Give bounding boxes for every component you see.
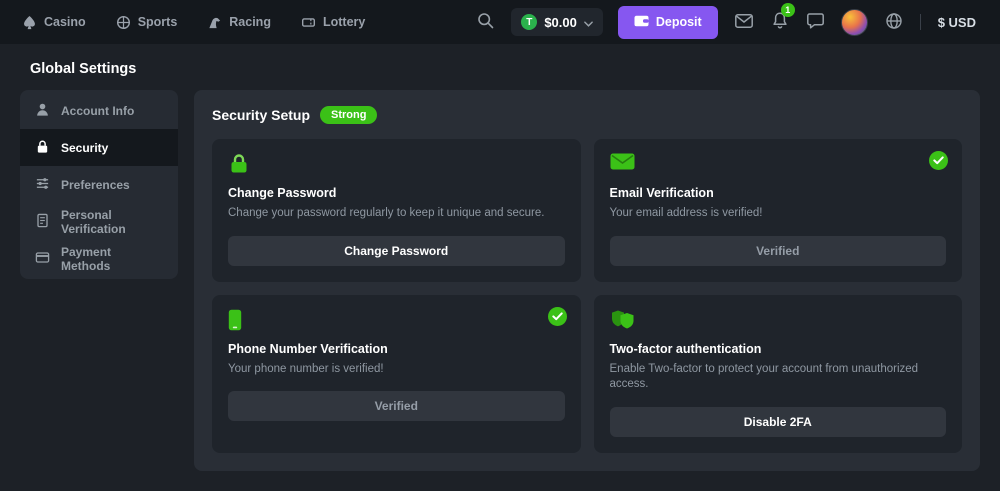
sidebar-item-security[interactable]: Security [20, 129, 178, 166]
disable-2fa-button[interactable]: Disable 2FA [610, 407, 947, 437]
verified-check-icon [929, 151, 948, 170]
balance-amount: $0.00 [544, 15, 577, 30]
document-icon [35, 213, 50, 231]
language-button[interactable] [883, 10, 905, 35]
sidebar-item-account-info[interactable]: Account Info [20, 92, 178, 129]
lock-green-icon [228, 153, 565, 175]
settings-sidebar: Account Info Security Preferences Person… [20, 90, 178, 279]
verified-check-icon [548, 307, 567, 326]
card-description: Your phone number is verified! [228, 362, 565, 378]
currency-selector[interactable]: $ USD [936, 13, 978, 32]
search-button[interactable] [475, 10, 496, 34]
change-password-card: Change Password Change your password reg… [212, 139, 581, 282]
phone-verification-card: Phone Number Verification Your phone num… [212, 295, 581, 453]
card-title: Email Verification [610, 186, 947, 200]
wallet-balance-selector[interactable]: T $0.00 [511, 8, 603, 36]
inbox-button[interactable] [733, 12, 755, 33]
email-verified-button[interactable]: Verified [610, 236, 947, 266]
tether-coin-icon: T [521, 14, 537, 30]
racing-icon [207, 15, 222, 30]
search-icon [477, 12, 494, 32]
user-avatar[interactable] [841, 9, 868, 36]
topbar: Casino Sports Racing Lottery [0, 0, 1000, 44]
sliders-icon [35, 176, 50, 194]
card-description: Enable Two-factor to protect your accoun… [610, 362, 947, 393]
lottery-icon [301, 15, 316, 30]
casino-icon [22, 15, 37, 30]
nav-item-casino[interactable]: Casino [22, 15, 86, 30]
wallet-icon [634, 15, 649, 30]
mail-icon [735, 14, 753, 31]
panel-header: Security Setup Strong [212, 106, 962, 124]
card-title: Change Password [228, 186, 565, 200]
chat-button[interactable] [805, 11, 826, 34]
security-cards: Change Password Change your password reg… [212, 139, 962, 453]
shield-green-icon [610, 309, 947, 331]
sidebar-item-preferences[interactable]: Preferences [20, 166, 178, 203]
nav-item-lottery[interactable]: Lottery [301, 15, 365, 30]
globe-icon [885, 12, 903, 33]
divider [920, 14, 921, 30]
email-verification-card: Email Verification Your email address is… [594, 139, 963, 282]
strength-badge: Strong [320, 106, 377, 124]
person-icon [35, 102, 50, 120]
nav-item-racing[interactable]: Racing [207, 15, 271, 30]
chat-icon [807, 13, 824, 32]
lock-icon [35, 139, 50, 157]
phone-verified-button[interactable]: Verified [228, 391, 565, 421]
change-password-button[interactable]: Change Password [228, 236, 565, 266]
card-description: Change your password regularly to keep i… [228, 206, 565, 222]
sidebar-item-payment-methods[interactable]: Payment Methods [20, 240, 178, 277]
sidebar-item-personal-verification[interactable]: Personal Verification [20, 203, 178, 240]
page-title: Global Settings [30, 61, 1000, 77]
notifications-button[interactable]: 1 [770, 10, 790, 34]
notification-badge: 1 [781, 3, 795, 17]
two-factor-card: Two-factor authentication Enable Two-fac… [594, 295, 963, 453]
deposit-button[interactable]: Deposit [618, 6, 718, 39]
card-title: Two-factor authentication [610, 342, 947, 356]
chevron-down-icon [584, 15, 593, 30]
sports-icon [116, 15, 131, 30]
topbar-right: T $0.00 Deposit 1 [475, 6, 978, 39]
nav-item-sports[interactable]: Sports [116, 15, 178, 30]
phone-green-icon [228, 309, 565, 331]
card-description: Your email address is verified! [610, 206, 947, 222]
main-nav: Casino Sports Racing Lottery [22, 15, 365, 30]
card-icon [35, 250, 50, 268]
envelope-green-icon [610, 153, 947, 175]
settings-content: Account Info Security Preferences Person… [0, 90, 1000, 491]
security-panel: Security Setup Strong Change Password Ch… [194, 90, 980, 471]
card-title: Phone Number Verification [228, 342, 565, 356]
panel-title: Security Setup [212, 107, 310, 123]
